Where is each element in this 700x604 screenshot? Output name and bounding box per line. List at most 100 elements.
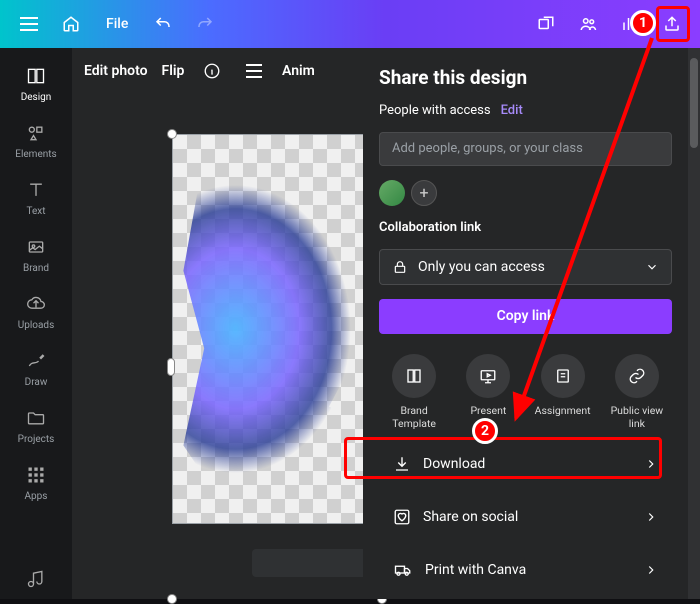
- chevron-down-icon: [645, 260, 659, 274]
- panel-title: Share this design: [379, 66, 672, 89]
- apps-icon: [26, 465, 46, 485]
- resize-handle[interactable]: [167, 594, 177, 604]
- add-people-input[interactable]: Add people, groups, or your class: [379, 132, 672, 166]
- list-button[interactable]: [240, 57, 268, 85]
- user-avatar[interactable]: [379, 180, 405, 206]
- canvas-checker: [172, 134, 382, 524]
- hamburger-icon: [20, 17, 38, 31]
- link-access-dropdown[interactable]: Only you can access: [379, 249, 672, 285]
- scrollbar[interactable]: [688, 48, 700, 599]
- menu-label: Print with Canva: [425, 562, 526, 578]
- copy-link-button[interactable]: Copy link: [379, 299, 672, 334]
- collaborators-button[interactable]: [570, 6, 606, 42]
- dropdown-value: Only you can access: [418, 259, 545, 275]
- share-icon: [663, 15, 681, 33]
- redo-button[interactable]: [186, 5, 224, 43]
- tile-assignment[interactable]: Assignment: [528, 354, 598, 431]
- menu-print[interactable]: Print with Canva: [379, 550, 672, 589]
- design-icon: [25, 66, 47, 86]
- link-icon: [628, 367, 646, 385]
- sidebar-label: Uploads: [18, 320, 54, 331]
- resize-button[interactable]: [528, 6, 564, 42]
- undo-icon: [154, 15, 172, 33]
- undo-button[interactable]: [144, 5, 182, 43]
- top-bar: File: [0, 0, 700, 48]
- file-menu[interactable]: File: [94, 16, 140, 32]
- sidebar-item-apps[interactable]: Apps: [0, 453, 72, 510]
- tile-label: Present: [470, 404, 506, 418]
- insights-button[interactable]: [612, 6, 648, 42]
- tile-label: Public view link: [602, 404, 672, 431]
- tile-label: Assignment: [535, 404, 591, 418]
- present-icon: [479, 367, 497, 385]
- sidebar-item-brand[interactable]: Brand: [0, 225, 72, 282]
- sidebar-item-elements[interactable]: Elements: [0, 111, 72, 168]
- sidebar-label: Draw: [25, 377, 48, 388]
- chevron-right-icon: [644, 457, 658, 471]
- share-panel: Share this design People with access Edi…: [363, 48, 688, 599]
- access-row: People with access Edit: [379, 103, 672, 118]
- menu-label: Share on social: [423, 509, 518, 525]
- assignment-icon: [554, 367, 572, 385]
- chevron-right-icon: [644, 510, 658, 524]
- tile-present[interactable]: Present: [453, 354, 523, 431]
- menu-download[interactable]: Download: [379, 445, 672, 484]
- resize-handle[interactable]: [167, 358, 175, 376]
- sidebar-label: Elements: [15, 149, 56, 160]
- menu-label: Download: [423, 456, 485, 472]
- sidebar-item-design[interactable]: Design: [0, 54, 72, 111]
- sidebar-label: Brand: [23, 263, 49, 274]
- sidebar-item-uploads[interactable]: Uploads: [0, 282, 72, 339]
- redo-icon: [196, 15, 214, 33]
- sidebar-label: Text: [26, 206, 45, 217]
- uploads-icon: [25, 294, 47, 314]
- menu-share-social[interactable]: Share on social: [379, 498, 672, 537]
- left-sidebar: Design Elements Text Brand Uploads Draw …: [0, 48, 72, 599]
- collab-link-label: Collaboration link: [379, 220, 672, 235]
- resize-handle[interactable]: [167, 129, 177, 139]
- flip-button[interactable]: Flip: [162, 63, 185, 79]
- avatar-row: +: [379, 180, 672, 206]
- template-icon: [405, 367, 423, 385]
- chevron-right-icon: [644, 563, 658, 577]
- people-icon: [578, 15, 598, 33]
- sidebar-item-projects[interactable]: Projects: [0, 396, 72, 453]
- draw-icon: [25, 351, 47, 371]
- info-button[interactable]: [198, 57, 226, 85]
- sidebar-label: Apps: [25, 491, 48, 502]
- resize-icon: [537, 15, 555, 33]
- sidebar-label: Projects: [18, 434, 55, 445]
- tile-public-link[interactable]: Public view link: [602, 354, 672, 431]
- tile-brand-template[interactable]: Brand Template: [379, 354, 449, 431]
- scroll-thumb[interactable]: [690, 58, 698, 148]
- animate-label: Anim: [282, 63, 315, 79]
- share-button[interactable]: [654, 6, 690, 42]
- home-button[interactable]: [52, 5, 90, 43]
- add-member-button[interactable]: +: [411, 180, 437, 206]
- share-tiles: Brand Template Present Assignment Public…: [379, 354, 672, 431]
- text-icon: [26, 180, 46, 200]
- edit-access-link[interactable]: Edit: [501, 103, 523, 118]
- sidebar-item-text[interactable]: Text: [0, 168, 72, 225]
- elements-icon: [25, 123, 47, 143]
- info-icon: [203, 62, 221, 80]
- top-left-group: File: [10, 5, 224, 43]
- canvas-selection[interactable]: [172, 134, 382, 599]
- folder-icon: [25, 408, 47, 428]
- sidebar-item-draw[interactable]: Draw: [0, 339, 72, 396]
- animate-button[interactable]: Anim: [282, 57, 310, 85]
- edit-photo-button[interactable]: Edit photo: [84, 63, 148, 79]
- heart-icon: [393, 508, 411, 526]
- chart-icon: [621, 15, 639, 33]
- access-label: People with access: [379, 103, 491, 118]
- lock-icon: [392, 259, 408, 275]
- top-right-group: [528, 6, 690, 42]
- wing-image: [173, 135, 381, 523]
- brand-icon: [25, 237, 47, 257]
- truck-icon: [393, 561, 413, 579]
- menu-button[interactable]: [10, 5, 48, 43]
- home-icon: [62, 15, 80, 33]
- sidebar-label: Design: [21, 92, 52, 103]
- music-icon: [26, 569, 46, 589]
- sidebar-item-audio[interactable]: [0, 557, 72, 599]
